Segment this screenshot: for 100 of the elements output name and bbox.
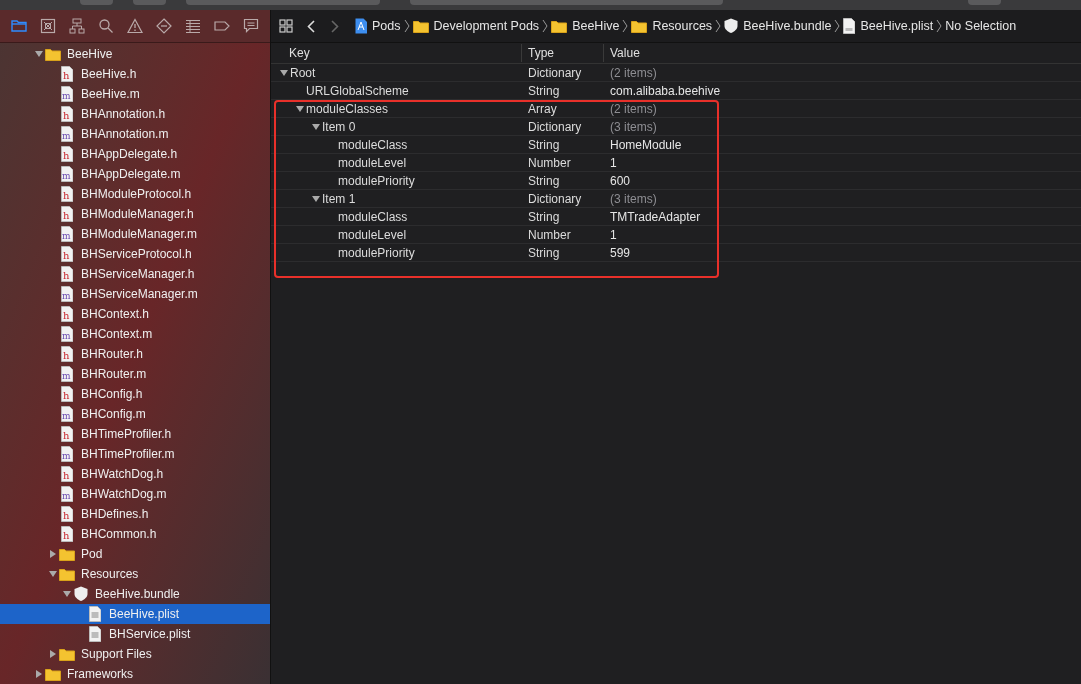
expanded-triangle-icon[interactable] bbox=[48, 569, 58, 579]
forward-icon[interactable] bbox=[331, 19, 339, 33]
key-cell-text: moduleLevel bbox=[338, 154, 407, 172]
type-cell: Number bbox=[528, 227, 571, 242]
tree-row[interactable]: Support Files bbox=[0, 644, 270, 664]
tree-row[interactable]: BeeHive bbox=[0, 44, 270, 64]
document-icon bbox=[89, 626, 101, 642]
tree-row[interactable]: m BHAppDelegate.m bbox=[0, 164, 270, 184]
file-name: BHModuleManager.h bbox=[81, 206, 194, 223]
tree-row[interactable]: Pod bbox=[0, 544, 270, 564]
type-cell: Dictionary bbox=[528, 191, 582, 206]
breadcrumb-item[interactable]: Development Pods bbox=[412, 16, 540, 36]
column-header[interactable]: Value bbox=[603, 44, 1081, 62]
tree-row[interactable]: h BHRouter.h bbox=[0, 344, 270, 364]
breadcrumb-item[interactable]: Pods bbox=[355, 16, 401, 36]
tree-row[interactable]: h BHContext.h bbox=[0, 304, 270, 324]
tree-row[interactable]: m BHModuleManager.m bbox=[0, 224, 270, 244]
breadcrumb-item[interactable]: BeeHive.plist bbox=[843, 16, 934, 36]
header-file-icon: h bbox=[61, 206, 73, 222]
type-cell: Array bbox=[528, 101, 557, 116]
tree-row[interactable]: h BHConfig.h bbox=[0, 384, 270, 404]
chevron-icon bbox=[622, 19, 629, 33]
source-file-icon: m bbox=[61, 286, 73, 302]
file-name: BHContext.h bbox=[81, 306, 150, 323]
expanded-triangle-icon[interactable] bbox=[311, 193, 321, 204]
header-file-icon: h bbox=[61, 426, 73, 442]
tree-row[interactable]: h BeeHive.h bbox=[0, 64, 270, 84]
tree-row[interactable]: h BHModuleManager.h bbox=[0, 204, 270, 224]
expanded-triangle-icon[interactable] bbox=[295, 103, 305, 114]
expanded-triangle-icon[interactable] bbox=[279, 67, 289, 78]
source-file-icon: m bbox=[61, 166, 73, 182]
tree-row[interactable]: h BHServiceProtocol.h bbox=[0, 244, 270, 264]
tree-row[interactable]: Resources bbox=[0, 564, 270, 584]
tree-row[interactable]: m BHServiceManager.m bbox=[0, 284, 270, 304]
collapsed-triangle-icon[interactable] bbox=[34, 669, 44, 679]
tree-row[interactable]: h BHAnnotation.h bbox=[0, 104, 270, 124]
key-cell-text: Root bbox=[290, 64, 316, 82]
header-file-icon: h bbox=[61, 146, 73, 162]
back-icon[interactable] bbox=[307, 19, 315, 33]
file-name: BHAnnotation.m bbox=[81, 126, 169, 143]
column-header[interactable]: Type bbox=[521, 44, 603, 62]
value-cell: com.alibaba.beehive bbox=[610, 83, 721, 98]
breadcrumb-item[interactable]: BeeHive.bundle bbox=[724, 16, 832, 36]
tree-row[interactable]: m BHRouter.m bbox=[0, 364, 270, 384]
tree-row[interactable]: h BHTimeProfiler.h bbox=[0, 424, 270, 444]
folder-icon bbox=[412, 19, 429, 33]
file-name: Support Files bbox=[81, 646, 152, 663]
folder-icon bbox=[45, 667, 61, 681]
tree-row[interactable]: m BHContext.m bbox=[0, 324, 270, 344]
chevron-icon bbox=[542, 19, 549, 33]
key-cell-text: URLGlobalScheme bbox=[306, 82, 409, 100]
expanded-triangle-icon[interactable] bbox=[34, 49, 44, 59]
tree-row[interactable]: m BeeHive.m bbox=[0, 84, 270, 104]
file-name: Frameworks bbox=[67, 666, 133, 683]
tree-row[interactable]: m BHAnnotation.m bbox=[0, 124, 270, 144]
value-cell: (2 items) bbox=[610, 101, 657, 116]
file-name: BHRouter.m bbox=[81, 366, 147, 383]
file-name: BHServiceProtocol.h bbox=[81, 246, 192, 263]
grid-icon[interactable] bbox=[279, 19, 293, 33]
type-cell: Dictionary bbox=[528, 119, 582, 134]
tree-row[interactable]: BHService.plist bbox=[0, 624, 270, 644]
source-file-icon: m bbox=[61, 126, 73, 142]
file-name: Resources bbox=[81, 566, 139, 583]
file-name: BHAppDelegate.h bbox=[81, 146, 178, 163]
file-name: BHWatchDog.m bbox=[81, 486, 167, 503]
tree-row[interactable]: h BHServiceManager.h bbox=[0, 264, 270, 284]
file-name: BeeHive.m bbox=[81, 86, 140, 103]
tree-row[interactable]: h BHCommon.h bbox=[0, 524, 270, 544]
tree-row[interactable]: m BHConfig.m bbox=[0, 404, 270, 424]
tree-row[interactable]: m BHTimeProfiler.m bbox=[0, 444, 270, 464]
collapsed-triangle-icon[interactable] bbox=[48, 549, 58, 559]
tree-row[interactable]: h BHWatchDog.h bbox=[0, 464, 270, 484]
source-file-icon: m bbox=[61, 86, 73, 102]
value-cell: 1 bbox=[610, 227, 617, 242]
value-cell: 599 bbox=[610, 245, 631, 260]
tree-row[interactable]: BeeHive.bundle bbox=[0, 584, 270, 604]
tree-row[interactable]: h BHModuleProtocol.h bbox=[0, 184, 270, 204]
source-file-icon: m bbox=[61, 366, 73, 382]
breadcrumb-item[interactable]: BeeHive bbox=[551, 16, 620, 36]
file-name: BHAnnotation.h bbox=[81, 106, 166, 123]
breadcrumb-label: No Selection bbox=[945, 17, 1017, 35]
tree-row[interactable]: Frameworks bbox=[0, 664, 270, 684]
tree-row[interactable]: BeeHive.plist bbox=[0, 604, 270, 624]
collapsed-triangle-icon[interactable] bbox=[48, 649, 58, 659]
value-cell: (2 items) bbox=[610, 65, 657, 80]
column-header[interactable]: Key bbox=[271, 44, 521, 62]
folder-icon bbox=[631, 19, 648, 33]
status-field[interactable] bbox=[410, 0, 723, 5]
folder-icon bbox=[45, 47, 61, 61]
tree-row[interactable]: m BHWatchDog.m bbox=[0, 484, 270, 504]
toolbar-field[interactable] bbox=[186, 0, 381, 5]
tree-row[interactable]: h BHAppDelegate.h bbox=[0, 144, 270, 164]
expanded-triangle-icon[interactable] bbox=[62, 589, 72, 599]
type-cell: String bbox=[528, 173, 560, 188]
header-file-icon: h bbox=[61, 266, 73, 282]
expanded-triangle-icon[interactable] bbox=[311, 121, 321, 132]
tree-row[interactable]: h BHDefines.h bbox=[0, 504, 270, 524]
breadcrumb-item[interactable]: Resources bbox=[631, 16, 713, 36]
key-cell-text: moduleClass bbox=[338, 208, 408, 226]
header-file-icon: h bbox=[61, 506, 73, 522]
